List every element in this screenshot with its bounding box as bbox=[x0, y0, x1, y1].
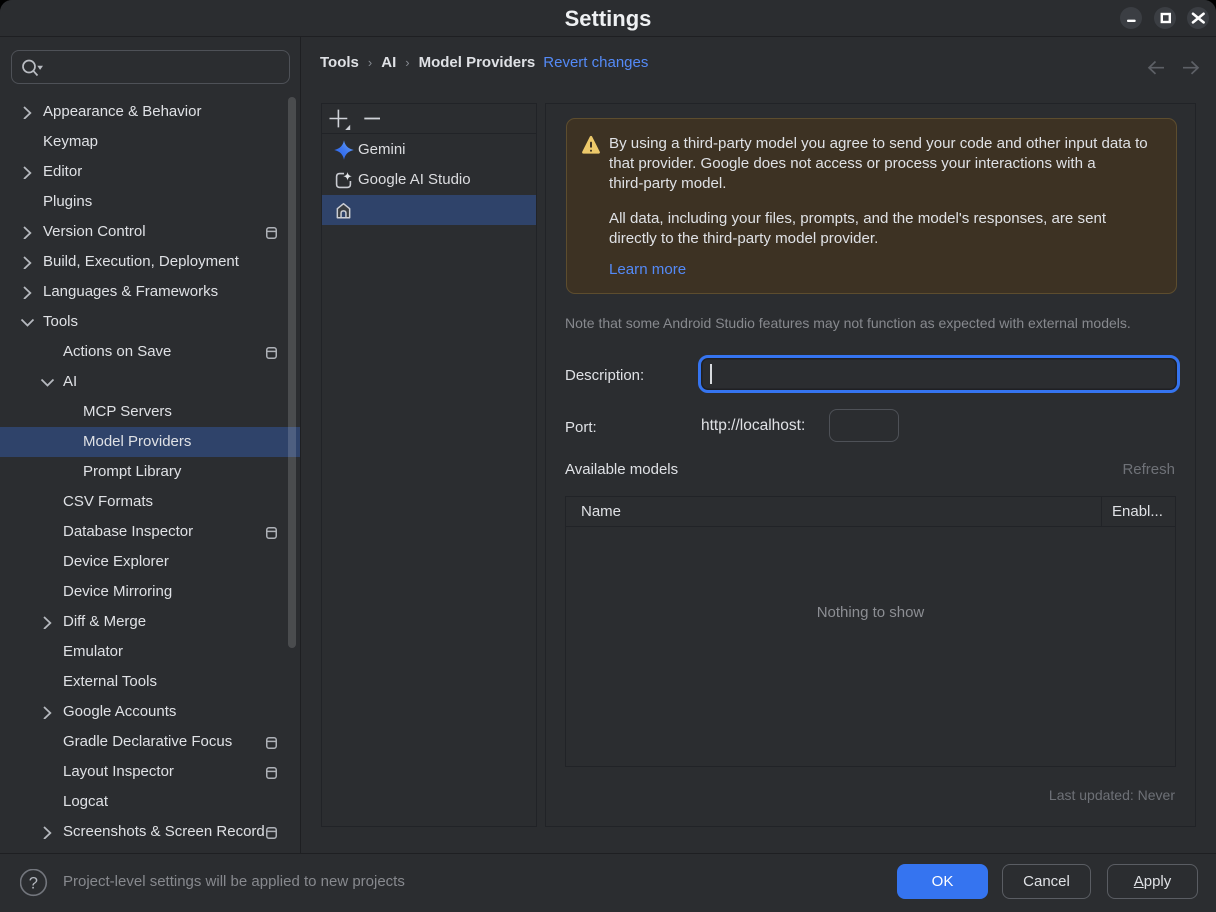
svg-text:?: ? bbox=[29, 874, 38, 892]
